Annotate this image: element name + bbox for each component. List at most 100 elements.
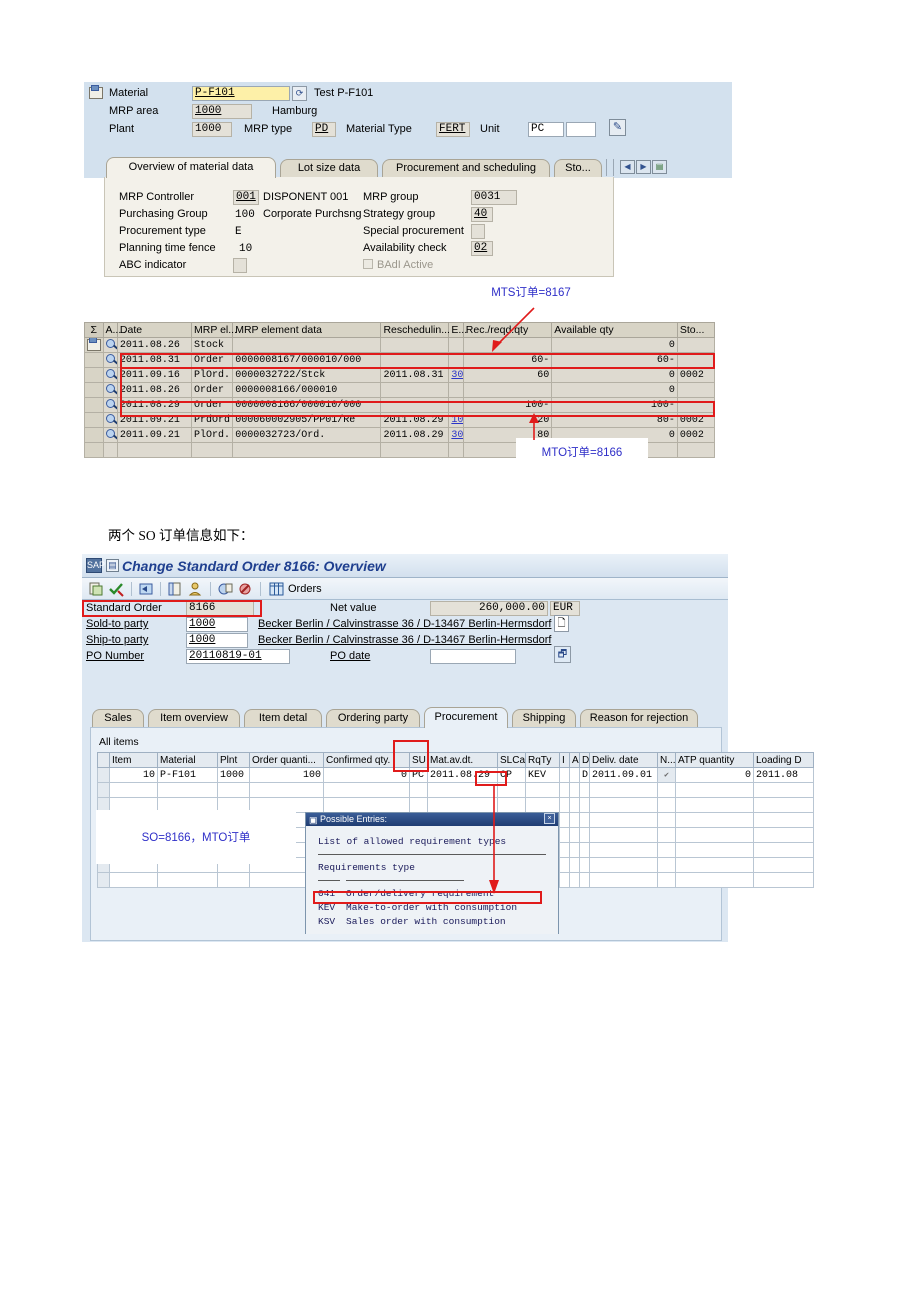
tab-ordering-party[interactable]: Ordering party xyxy=(326,709,420,728)
cell-select[interactable] xyxy=(97,767,110,783)
col-material[interactable]: Material xyxy=(157,752,218,768)
tab-item-overview[interactable]: Item overview xyxy=(148,709,240,728)
col-order-quantity[interactable]: Order quanti... xyxy=(249,752,324,768)
plant-input[interactable]: 1000 xyxy=(192,122,232,137)
abc-indicator-input[interactable] xyxy=(233,258,247,273)
tab-procurement[interactable]: Procurement xyxy=(424,707,508,728)
entry-text[interactable]: Make-to-order with consumption xyxy=(346,902,517,913)
col-item[interactable]: Item xyxy=(109,752,158,768)
table-row[interactable]: 10 P-F101 1000 100 0 PC 2011.08.29 CP KEV D 2011.0… xyxy=(97,767,814,783)
mrp-group-input[interactable]: 0031 xyxy=(471,190,517,205)
magnifier-icon[interactable] xyxy=(105,428,117,440)
col-slca[interactable]: SLCa xyxy=(497,752,526,768)
special-procurement-input[interactable] xyxy=(471,224,485,239)
cell-exception[interactable]: 30 xyxy=(448,367,464,383)
row-marker-cell[interactable] xyxy=(84,367,104,383)
tab-overview-of-material-data[interactable]: Overview of material data xyxy=(106,157,276,178)
row-detail-icon-cell[interactable] xyxy=(102,412,118,428)
magnifier-icon[interactable] xyxy=(105,383,117,395)
col-rqty[interactable]: RqTy xyxy=(525,752,560,768)
edit-pencil-icon[interactable]: ✎ xyxy=(609,119,626,136)
row-detail-icon-cell[interactable] xyxy=(102,397,118,413)
ship-to-party-input[interactable]: 1000 xyxy=(186,633,248,648)
col-d[interactable]: D xyxy=(579,752,590,768)
table-row[interactable]: 2011.08.26 Order 0000008166/000010 0 xyxy=(84,382,716,398)
entry-text[interactable]: Sales order with consumption xyxy=(346,916,506,927)
rejection-icon[interactable] xyxy=(237,581,254,597)
col-n[interactable]: N... xyxy=(657,752,676,768)
orders-grid-icon[interactable] xyxy=(268,581,285,597)
document-icon[interactable]: ▤ xyxy=(106,559,119,572)
magnifier-icon[interactable] xyxy=(105,338,117,350)
col-select[interactable] xyxy=(97,752,110,768)
col-loading-d[interactable]: Loading D xyxy=(753,752,814,768)
col-mrp-el[interactable]: MRP el... xyxy=(191,322,237,338)
row-detail-icon-cell[interactable] xyxy=(102,352,118,368)
po-detail-icon[interactable]: 🗗 xyxy=(554,646,571,663)
tab-item-detal[interactable]: Item detal xyxy=(244,709,322,728)
strategy-group-input[interactable]: 40 xyxy=(471,207,493,222)
unit-input[interactable]: PC xyxy=(528,122,564,137)
unit-extra-input[interactable] xyxy=(566,122,596,137)
ship-to-party-label[interactable]: Ship-to party xyxy=(86,634,148,646)
order-details-icon[interactable] xyxy=(167,581,184,597)
sold-to-party-label[interactable]: Sold-to party xyxy=(86,618,148,630)
mrp-controller-input[interactable]: 001 xyxy=(233,190,259,205)
row-marker-cell[interactable] xyxy=(84,352,104,368)
ship-to-party-description[interactable]: Becker Berlin / Calvinstrasse 36 / D-134… xyxy=(258,634,551,646)
col-i[interactable]: I xyxy=(559,752,570,768)
po-number-label[interactable]: PO Number xyxy=(86,650,144,662)
tab-shipping[interactable]: Shipping xyxy=(512,709,576,728)
po-date-input[interactable] xyxy=(430,649,516,664)
material-search-help-icon[interactable]: ⟳ xyxy=(292,86,307,101)
magnifier-icon[interactable] xyxy=(105,413,117,425)
po-number-input[interactable]: 20110819-01 xyxy=(186,649,290,664)
standard-order-input[interactable]: 8166 xyxy=(186,601,254,616)
open-document-icon[interactable] xyxy=(138,581,155,597)
entry-code[interactable]: KSV xyxy=(318,916,335,927)
tab-list-icon[interactable]: ▤ xyxy=(652,160,667,174)
tab-lot-size-data[interactable]: Lot size data xyxy=(280,159,378,178)
tab-scroll-right-icon[interactable]: ▶ xyxy=(636,160,651,174)
tab-reason-for-rejection[interactable]: Reason for rejection xyxy=(580,709,698,728)
orders-button-label[interactable]: Orders xyxy=(288,583,322,595)
row-marker-cell[interactable] xyxy=(84,397,104,413)
sum-icon[interactable]: Σ xyxy=(84,322,104,338)
mrp-type-input[interactable]: PD xyxy=(312,122,336,137)
col-plnt[interactable]: Plnt xyxy=(217,752,250,768)
table-row[interactable]: 2011.08.29 Order 0000008166/000010/000 100-… xyxy=(84,397,716,413)
row-detail-icon-cell[interactable] xyxy=(102,337,118,353)
mrp-area-input[interactable]: 1000 xyxy=(192,104,252,119)
sold-to-detail-icon[interactable]: 🗋 xyxy=(554,615,569,632)
entry-code[interactable]: KEV xyxy=(318,902,335,913)
col-deliv-date[interactable]: Deliv. date xyxy=(589,752,658,768)
col-sto[interactable]: Sto... xyxy=(676,322,716,338)
cell-exception[interactable]: 10 xyxy=(448,412,464,428)
tab-procurement-and-scheduling[interactable]: Procurement and scheduling xyxy=(382,159,550,178)
dialog-close-icon[interactable]: × xyxy=(544,813,555,824)
col-date[interactable]: Date xyxy=(116,322,193,338)
po-date-label[interactable]: PO date xyxy=(330,650,370,662)
sold-to-party-input[interactable]: 1000 xyxy=(186,617,248,632)
col-rescheduling[interactable]: Reschedulin... xyxy=(380,322,450,338)
tab-sales[interactable]: Sales xyxy=(92,709,144,728)
magnifier-icon[interactable] xyxy=(105,353,117,365)
row-expand-icon[interactable] xyxy=(84,337,104,353)
cell-rqty[interactable]: KEV xyxy=(525,767,560,783)
tab-scroll-left-icon[interactable]: ◀ xyxy=(620,160,635,174)
col-mat-av-dt[interactable]: Mat.av.dt. xyxy=(427,752,498,768)
material-type-input[interactable]: FERT xyxy=(436,122,470,137)
table-row[interactable]: 2011.08.26 Stock 0 xyxy=(84,337,716,353)
entry-text[interactable]: Order/delivery requirement xyxy=(346,888,494,899)
copy-icon[interactable] xyxy=(88,581,105,597)
col-a[interactable]: A xyxy=(569,752,580,768)
magnifier-icon[interactable] xyxy=(105,398,117,410)
row-detail-icon-cell[interactable] xyxy=(102,427,118,443)
partner-icon[interactable] xyxy=(187,581,204,597)
col-a[interactable]: A... xyxy=(102,322,121,338)
col-available-qty[interactable]: Available qty xyxy=(551,322,678,338)
availability-icon[interactable] xyxy=(217,581,234,597)
entry-code[interactable]: 041 xyxy=(318,888,335,899)
sold-to-party-description[interactable]: Becker Berlin / Calvinstrasse 36 / D-134… xyxy=(258,618,551,630)
table-row[interactable]: 2011.08.31 Order 0000008167/000010/000 60- 6… xyxy=(84,352,716,368)
